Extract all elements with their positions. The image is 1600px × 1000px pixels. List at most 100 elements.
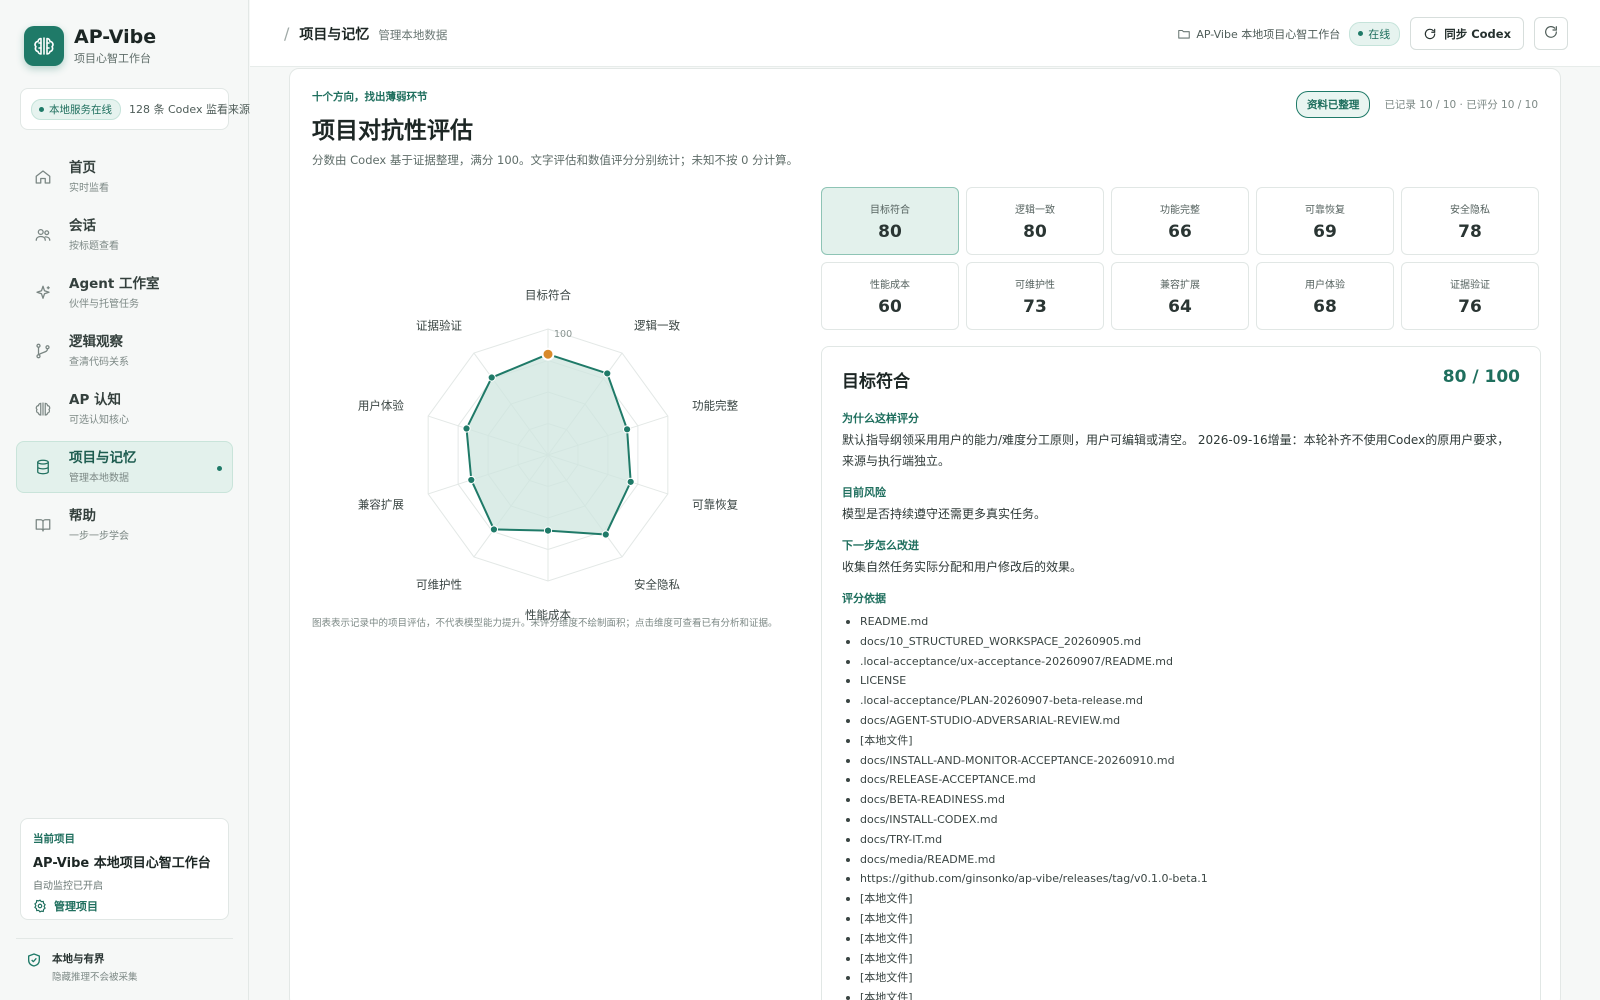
gear-icon xyxy=(33,899,47,913)
radar-axis-label[interactable]: 逻辑一致 xyxy=(634,319,680,333)
database-icon xyxy=(33,457,53,477)
evidence-item[interactable]: [本地文件] xyxy=(842,968,1520,988)
score-card[interactable]: 目标符合 80 xyxy=(821,187,959,255)
radar-point[interactable] xyxy=(467,475,476,485)
score-card[interactable]: 性能成本 60 xyxy=(821,262,959,330)
score-card[interactable]: 功能完整 66 xyxy=(1111,187,1249,255)
evidence-item[interactable]: .local-acceptance/ux-acceptance-20260907… xyxy=(842,652,1520,672)
score-card[interactable]: 用户体验 68 xyxy=(1256,262,1394,330)
boundary-notice: 本地与有界 隐藏推理不会被采集 xyxy=(26,951,138,983)
score-card[interactable]: 可靠恢复 69 xyxy=(1256,187,1394,255)
evidence-item[interactable]: [本地文件] xyxy=(842,988,1520,1000)
next-heading: 下一步怎么改进 xyxy=(842,539,919,552)
score-card[interactable]: 逻辑一致 80 xyxy=(966,187,1104,255)
radar-axis-label[interactable]: 可靠恢复 xyxy=(692,497,738,511)
evidence-item[interactable]: docs/media/README.md xyxy=(842,850,1520,870)
evidence-item[interactable]: README.md xyxy=(842,612,1520,632)
nav-item-agent-studio[interactable]: Agent 工作室 伙伴与托管任务 xyxy=(16,267,233,319)
evidence-item[interactable]: docs/TRY-IT.md xyxy=(842,830,1520,850)
nav-item-home[interactable]: 首页 实时监看 xyxy=(16,151,233,203)
radar-axis-label[interactable]: 目标符合 xyxy=(525,288,571,302)
active-indicator-dot xyxy=(217,466,222,471)
radar-point[interactable] xyxy=(626,477,635,486)
nav-item-help[interactable]: 帮助 一步一步学会 xyxy=(16,499,233,551)
evidence-item[interactable]: docs/10_STRUCTURED_WORKSPACE_20260905.md xyxy=(842,632,1520,652)
evidence-item[interactable]: [本地文件] xyxy=(842,889,1520,909)
assessment-status: 资料已整理 已记录 10 / 10 · 已评分 10 / 10 xyxy=(1295,91,1538,118)
main-nav: 首页 实时监看 会话按标题查看 Agent 工作室 伙伴与托管任务 逻辑观察 查清代码… xyxy=(16,151,233,557)
radar-chart[interactable]: 100目标符合逻辑一致功能完整可靠恢复安全隐私性能成本可维护性兼容扩展用户体验证… xyxy=(312,201,792,641)
workspace-indicator: AP-Vibe 本地项目心智工作台 xyxy=(1177,26,1340,42)
radar-point[interactable] xyxy=(489,525,499,534)
service-status-label: 本地服务在线 xyxy=(49,103,112,116)
sidebar-divider xyxy=(16,938,233,939)
dimension-detail: 目标符合 80 / 100 为什么这样评分 默认指导纲领采用用户的能力/难度分工… xyxy=(821,346,1541,1000)
radar-point-highlighted[interactable] xyxy=(541,347,555,361)
radar-point[interactable] xyxy=(462,424,471,433)
radar-axis-label[interactable]: 兼容扩展 xyxy=(358,497,404,511)
score-card[interactable]: 证据验证 76 xyxy=(1401,262,1539,330)
nav-label: 帮助 xyxy=(69,508,96,524)
refresh-button[interactable] xyxy=(1534,17,1568,50)
evidence-item[interactable]: LICENSE xyxy=(842,671,1520,691)
evidence-item[interactable]: .local-acceptance/PLAN-20260907-beta-rel… xyxy=(842,691,1520,711)
evidence-item[interactable]: docs/INSTALL-AND-MONITOR-ACCEPTANCE-2026… xyxy=(842,751,1520,771)
current-project-key: 当前项目 xyxy=(33,833,75,845)
score-card-label: 安全隐私 xyxy=(1450,204,1490,216)
score-card[interactable]: 兼容扩展 64 xyxy=(1111,262,1249,330)
score-card-value: 78 xyxy=(1458,221,1482,242)
sync-icon xyxy=(1423,27,1437,41)
brand[interactable]: AP-Vibe 项目心智工作台 xyxy=(24,26,156,66)
manage-project-link[interactable]: 管理项目 xyxy=(33,898,216,914)
assessment-description: 分数由 Codex 基于证据整理，满分 100。文字评估和数值评分分别统计；未知… xyxy=(312,153,799,167)
nav-label: 会话 xyxy=(69,218,96,234)
evidence-list: README.md docs/10_STRUCTURED_WORKSPACE_20… xyxy=(842,612,1520,1000)
service-status-box: 本地服务在线 128 条 Codex 监看来源 xyxy=(20,88,250,130)
evidence-item[interactable]: [本地文件] xyxy=(842,909,1520,929)
radar-point[interactable] xyxy=(543,526,553,535)
nav-item-ap-cognition[interactable]: AP 认知可选认知核心 xyxy=(16,383,233,435)
nav-item-logic-view[interactable]: 逻辑观察 查清代码关系 xyxy=(16,325,233,377)
nav-sub: 伙伴与托管任务 xyxy=(69,299,139,310)
nav-item-projects-memory[interactable]: 项目与记忆 管理本地数据 xyxy=(16,441,233,493)
top-actions: AP-Vibe 本地项目心智工作台 在线 同步 Codex xyxy=(1177,17,1568,50)
shield-check-icon xyxy=(26,952,42,968)
radar-point[interactable] xyxy=(601,530,610,539)
evidence-item[interactable]: [本地文件] xyxy=(842,929,1520,949)
score-card-value: 68 xyxy=(1313,296,1337,317)
score-card[interactable]: 可维护性 73 xyxy=(966,262,1104,330)
brand-title: AP-Vibe xyxy=(74,26,157,48)
nav-label: AP 认知 xyxy=(69,392,122,408)
radar-axis-label[interactable]: 功能完整 xyxy=(692,399,738,413)
score-grid: 目标符合 80 逻辑一致 80 功能完整 66 可靠恢复 69 安全隐私 78 性能成本 60 可维护性… xyxy=(821,187,1541,330)
evidence-item[interactable]: https://github.com/ginsonko/ap-vibe/rele… xyxy=(842,869,1520,889)
evidence-item[interactable]: docs/INSTALL-CODEX.md xyxy=(842,810,1520,830)
score-card-value: 69 xyxy=(1313,221,1337,242)
radar-axis-label[interactable]: 用户体验 xyxy=(358,399,404,413)
evidence-item[interactable]: [本地文件] xyxy=(842,949,1520,969)
status-dot-icon xyxy=(39,106,44,112)
why-text: 默认指导纲领采用用户的能力/难度分工原则，用户可编辑或清空。 2026-09-1… xyxy=(842,433,1510,468)
radar-point[interactable] xyxy=(603,369,612,378)
score-card-label: 用户体验 xyxy=(1305,279,1345,291)
evidence-item[interactable]: docs/AGENT-STUDIO-ADVERSARIAL-REVIEW.md xyxy=(842,711,1520,731)
radar-point[interactable] xyxy=(487,373,496,382)
radar-point[interactable] xyxy=(622,425,632,434)
top-bar: / 项目与记忆 管理本地数据 AP-Vibe 本地项目心智工作台 在线 同步 C… xyxy=(250,0,1600,67)
sync-codex-button[interactable]: 同步 Codex xyxy=(1410,17,1524,50)
home-icon xyxy=(33,167,53,187)
nav-sub: 可选认知核心 xyxy=(69,415,129,426)
evidence-item[interactable]: docs/BETA-READINESS.md xyxy=(842,790,1520,810)
page-subtitle: 管理本地数据 xyxy=(378,28,448,42)
radar-axis-label[interactable]: 证据验证 xyxy=(416,319,462,333)
nav-label: 逻辑观察 xyxy=(69,334,123,350)
evidence-item[interactable]: [本地文件] xyxy=(842,731,1520,751)
nav-sub: 按标题查看 xyxy=(69,241,119,252)
radar-axis-label[interactable]: 安全隐私 xyxy=(634,577,680,591)
evidence-item[interactable]: docs/RELEASE-ACCEPTANCE.md xyxy=(842,770,1520,790)
breadcrumb-separator: / xyxy=(284,24,290,43)
score-card[interactable]: 安全隐私 78 xyxy=(1401,187,1539,255)
nav-item-sessions[interactable]: 会话 按标题查看 xyxy=(16,209,233,261)
radar-axis-label[interactable]: 可维护性 xyxy=(416,577,462,591)
manage-project-label: 管理项目 xyxy=(54,900,98,913)
